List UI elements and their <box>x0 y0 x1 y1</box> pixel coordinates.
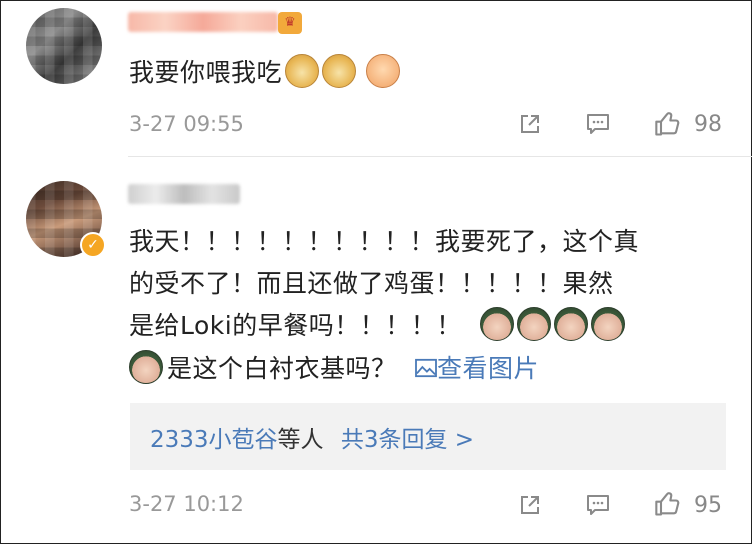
reply-count-link[interactable]: 共3条回复 > <box>341 427 474 453</box>
comment-text-segment: 是给Loki的早餐吗！！！！！ <box>129 311 462 340</box>
username-blurred[interactable] <box>128 12 278 32</box>
loki-emoji-icon <box>129 350 163 384</box>
thumbs-up-icon[interactable] <box>654 110 682 138</box>
loki-emoji-icon <box>479 307 514 341</box>
replies-summary[interactable]: 2333小苞谷等人 共3条回复 > <box>150 420 474 454</box>
comment-text-line: 我天！！！！！！！！！！我要死了，这个真 <box>129 227 640 256</box>
comment-text-line: 我要你喂我吃 <box>129 58 283 87</box>
comment-text-segment: 是这个白衬衣基吗？ <box>167 354 397 383</box>
thumbs-up-icon[interactable] <box>654 490 682 518</box>
loki-emoji-icon <box>553 307 588 341</box>
comment-text-line: 是这个白衬衣基吗？ 查看图片 <box>129 349 539 389</box>
divider <box>128 156 752 157</box>
share-icon[interactable] <box>518 112 542 136</box>
timestamp: 3-27 10:12 <box>129 492 244 516</box>
reply-users-suffix: 等人 <box>277 427 324 453</box>
loki-emoji-icon <box>516 307 551 341</box>
avatar[interactable] <box>26 8 102 84</box>
reply-users-link[interactable]: 2333小苞谷 <box>150 427 278 453</box>
fist-emoji-icon <box>366 54 401 88</box>
view-image-label: 查看图片 <box>436 354 539 383</box>
comment-icon[interactable] <box>586 493 610 517</box>
comment-text-line: 的受不了！而且还做了鸡蛋！！！！！果然 <box>129 269 614 298</box>
comment-text-line: 是给Loki的早餐吗！！！！！ <box>129 306 625 346</box>
like-count: 98 <box>694 112 722 137</box>
view-image-link[interactable]: 查看图片 <box>415 354 539 383</box>
doge-emoji-icon <box>322 54 357 88</box>
username-blurred[interactable] <box>128 184 240 204</box>
timestamp: 3-27 09:55 <box>129 112 244 136</box>
doge-emoji-icon <box>285 54 320 88</box>
member-crown-icon: ♛ <box>278 12 302 34</box>
comment-text: 我要你喂我吃 <box>129 53 401 93</box>
verified-badge-icon: ✓ <box>80 232 106 258</box>
loki-emoji-icon <box>590 307 625 341</box>
share-icon[interactable] <box>518 493 542 517</box>
like-count: 95 <box>694 493 722 518</box>
image-icon <box>415 358 437 378</box>
comment-icon[interactable] <box>586 112 610 136</box>
